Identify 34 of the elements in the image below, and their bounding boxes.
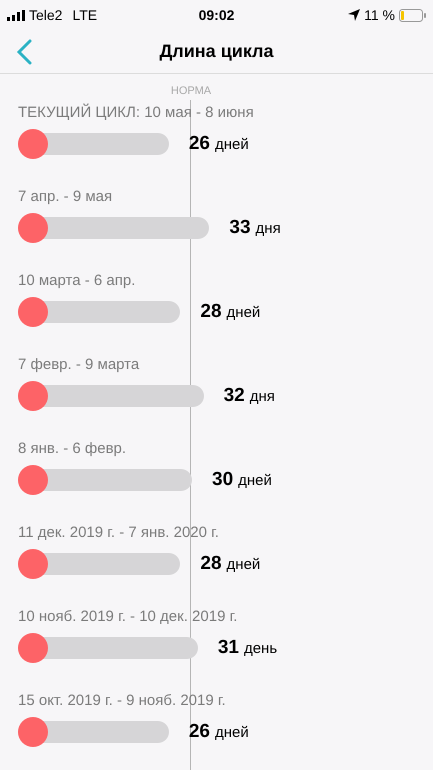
cycle-dates: 10 марта - 6 апр. (18, 271, 136, 291)
cycle-dates: ТЕКУЩИЙ ЦИКЛ: 10 мая - 8 июня (18, 102, 255, 123)
day-count: 28 (200, 552, 222, 574)
day-unit: день (244, 640, 278, 657)
day-unit: дней (214, 136, 249, 153)
screen-title: Длина цикла (159, 40, 274, 63)
day-count: 26 (188, 132, 210, 154)
cycle-dates: 7 апр. - 9 мая (18, 187, 114, 207)
cycle-dates: 15 окт. 2019 г. - 9 нояб. 2019 г. (18, 691, 227, 711)
battery-icon (399, 8, 426, 22)
day-unit: дня (256, 220, 281, 237)
day-count: 31 (218, 636, 239, 658)
day-unit: дня (250, 388, 275, 405)
day-count: 26 (188, 720, 210, 742)
day-unit: дней (214, 724, 249, 741)
location-icon (348, 9, 360, 21)
day-count: 28 (200, 300, 222, 322)
network-type: LTE (72, 6, 98, 24)
day-count: 32 (224, 384, 245, 406)
day-unit: дней (238, 472, 272, 489)
day-unit: дней (226, 556, 260, 573)
day-count: 30 (212, 468, 234, 490)
cycle-dates: 11 дек. 2019 г. - 7 янв. 2020 г. (18, 523, 220, 543)
back-icon (16, 39, 32, 65)
signal-icon (7, 10, 25, 20)
carrier-name: Tele2 (29, 6, 62, 24)
cycle-dates: 8 янв. - 6 февр. (18, 439, 128, 459)
day-unit: дней (226, 304, 260, 321)
cycle-dates: 7 февр. - 9 марта (18, 355, 140, 375)
battery-percent: 11 % (364, 6, 395, 24)
day-count: 33 (229, 216, 251, 238)
cycle-dates: 10 нояб. 2019 г. - 10 дек. 2019 г. (18, 607, 238, 627)
clock: 09:02 (198, 6, 234, 24)
norm-label: НОРМА (170, 84, 212, 99)
